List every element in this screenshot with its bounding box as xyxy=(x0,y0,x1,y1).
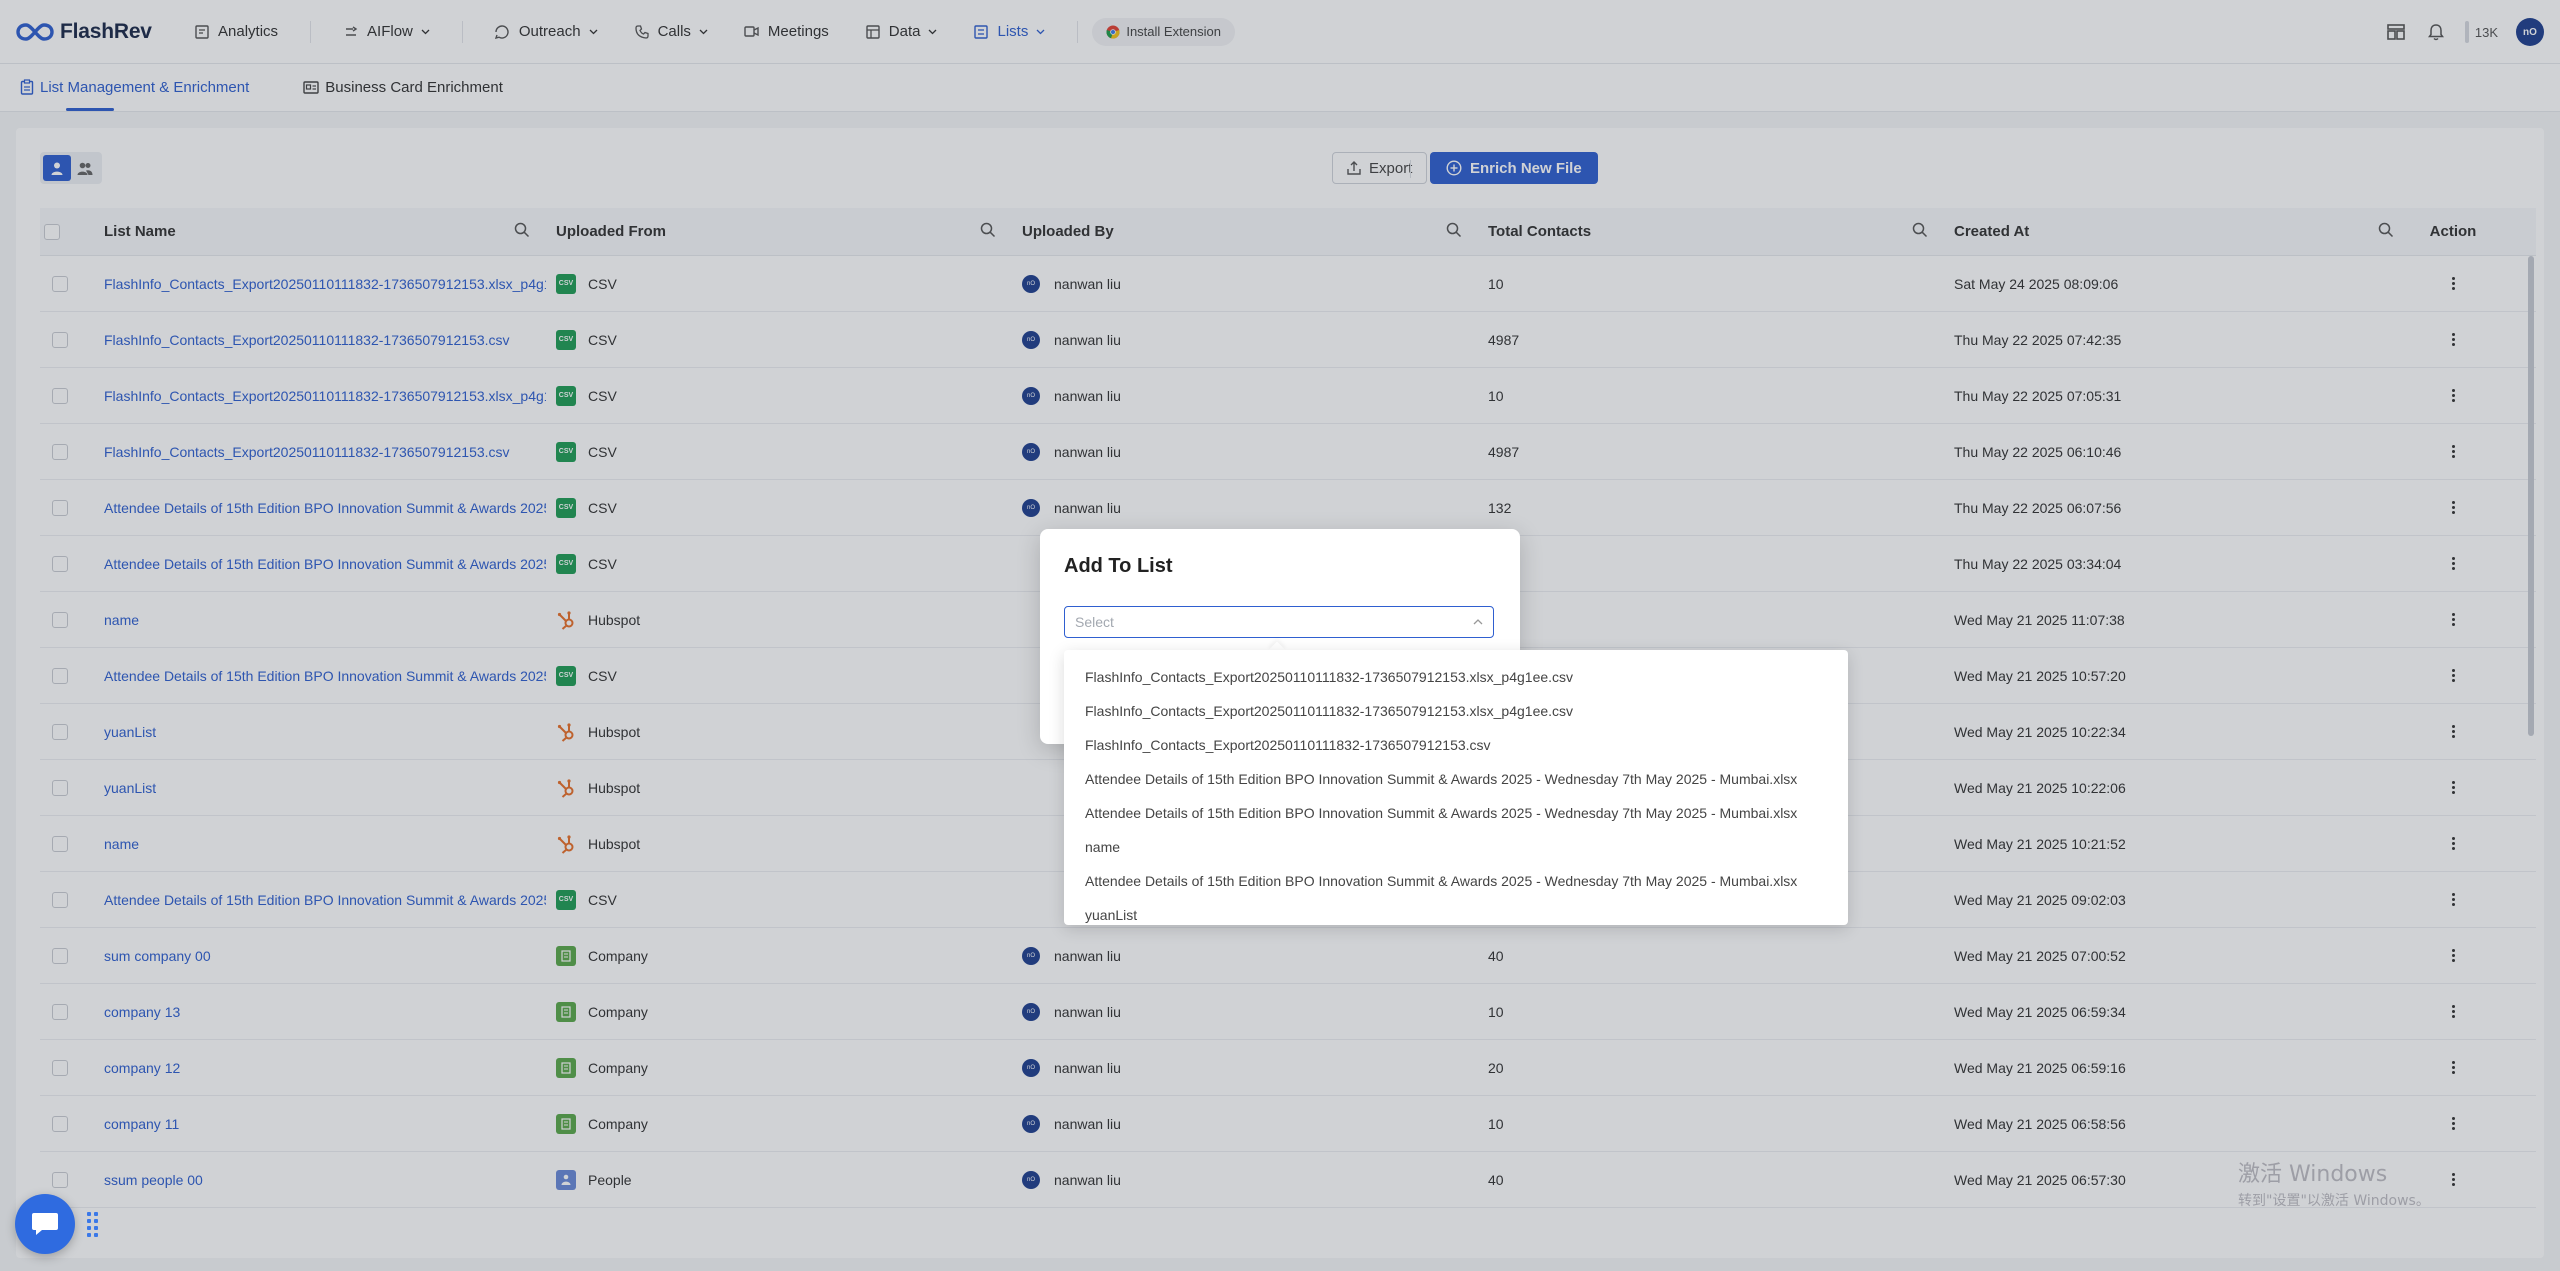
dropdown-option[interactable]: FlashInfo_Contacts_Export20250110111832-… xyxy=(1064,728,1848,762)
dropdown-option[interactable]: FlashInfo_Contacts_Export20250110111832-… xyxy=(1064,660,1848,694)
chevron-up-icon xyxy=(1473,619,1483,625)
dropdown-option[interactable]: name xyxy=(1064,830,1848,864)
chat-bubble-icon xyxy=(32,1213,58,1235)
watermark-line-2: 转到"设置"以激活 Windows。 xyxy=(2238,1193,2430,1209)
chat-support-button[interactable] xyxy=(15,1194,75,1254)
drag-handle-icon[interactable] xyxy=(87,1212,98,1237)
dropdown-option[interactable]: Attendee Details of 15th Edition BPO Inn… xyxy=(1064,796,1848,830)
list-select[interactable]: Select xyxy=(1064,606,1494,638)
dropdown-option[interactable]: yuanList xyxy=(1064,898,1848,925)
dropdown-option[interactable]: FlashInfo_Contacts_Export20250110111832-… xyxy=(1064,694,1848,728)
list-select-dropdown: FlashInfo_Contacts_Export20250110111832-… xyxy=(1064,650,1848,925)
dropdown-option[interactable]: Attendee Details of 15th Edition BPO Inn… xyxy=(1064,864,1848,898)
watermark-line-1: 激活 Windows xyxy=(2238,1162,2388,1187)
select-placeholder: Select xyxy=(1075,614,1114,630)
modal-title: Add To List xyxy=(1064,555,1173,577)
dropdown-option[interactable]: Attendee Details of 15th Edition BPO Inn… xyxy=(1064,762,1848,796)
windows-activation-watermark: 激活 Windows 转到"设置"以激活 Windows。 xyxy=(2238,1156,2430,1210)
